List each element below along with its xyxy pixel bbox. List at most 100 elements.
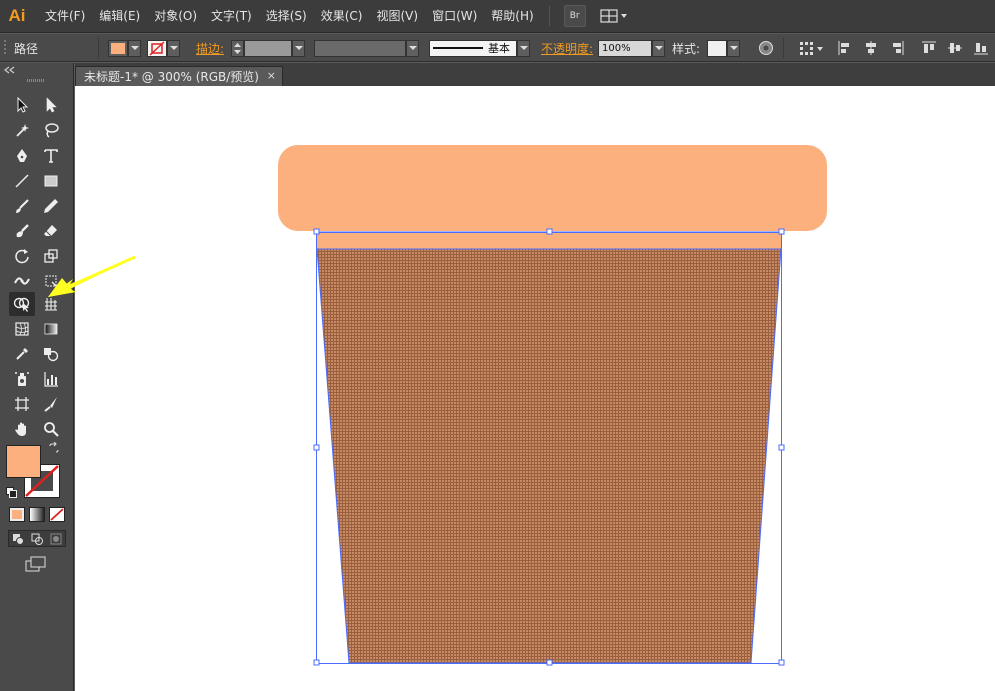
drawing-modes bbox=[8, 530, 66, 547]
fill-color-dropdown[interactable] bbox=[108, 34, 141, 62]
close-tab-icon[interactable]: × bbox=[267, 69, 276, 82]
stroke-weight-input[interactable] bbox=[244, 39, 292, 57]
eraser-icon bbox=[44, 225, 57, 237]
pen-tool[interactable] bbox=[11, 145, 33, 167]
control-sep-1 bbox=[98, 34, 99, 62]
hand-tool[interactable] bbox=[11, 418, 33, 440]
rectangle-tool[interactable] bbox=[40, 170, 62, 192]
column-graph-icon bbox=[44, 372, 58, 387]
type-tool[interactable] bbox=[40, 145, 62, 167]
none-slash-icon bbox=[50, 508, 64, 521]
chevron-down-icon bbox=[167, 39, 180, 57]
stroke-color-dropdown[interactable] bbox=[147, 34, 180, 62]
align-top-button[interactable] bbox=[920, 39, 938, 57]
rotate-icon bbox=[15, 249, 29, 264]
align-right-button[interactable] bbox=[888, 39, 906, 57]
draw-normal-icon[interactable] bbox=[12, 533, 25, 545]
cup-band-shape[interactable] bbox=[317, 232, 781, 249]
stroke-weight-stepper[interactable] bbox=[231, 34, 305, 62]
menu-view[interactable]: 视图(V) bbox=[369, 0, 425, 33]
screen-mode-icon[interactable] bbox=[24, 556, 48, 574]
draw-inside-icon[interactable] bbox=[50, 533, 62, 545]
blob-brush-tool[interactable] bbox=[11, 220, 33, 242]
object-type-label: 路径 bbox=[14, 41, 39, 56]
width-tool[interactable] bbox=[11, 270, 33, 292]
chevron-down-icon bbox=[652, 39, 665, 57]
gradient-tool[interactable] bbox=[40, 318, 62, 340]
stroke-label[interactable]: 描边: bbox=[196, 40, 224, 57]
rectangle-icon bbox=[44, 175, 58, 187]
default-fill-stroke-icon[interactable] bbox=[6, 487, 17, 498]
brush-style-label: 基本 bbox=[488, 42, 510, 55]
opacity-dropdown[interactable]: 100% bbox=[598, 34, 665, 62]
arrange-documents-button[interactable] bbox=[598, 5, 632, 27]
bridge-button[interactable]: Br bbox=[563, 5, 586, 27]
blend-icon bbox=[44, 348, 59, 362]
menu-help[interactable]: 帮助(H) bbox=[484, 0, 540, 33]
blend-tool[interactable] bbox=[40, 343, 62, 365]
pencil-tool[interactable] bbox=[40, 195, 62, 217]
menu-file[interactable]: 文件(F) bbox=[38, 0, 92, 33]
align-bottom-icon bbox=[974, 43, 988, 55]
collapse-panel-icon[interactable] bbox=[4, 66, 16, 74]
symbol-sprayer-tool[interactable] bbox=[11, 368, 33, 390]
shape-builder-tool[interactable] bbox=[9, 292, 35, 316]
menu-effect[interactable]: 效果(C) bbox=[314, 0, 370, 33]
direct-selection-tool[interactable] bbox=[40, 94, 62, 116]
eyedropper-icon bbox=[16, 348, 28, 360]
magic-wand-tool[interactable] bbox=[11, 119, 33, 141]
control-grip bbox=[4, 34, 8, 62]
mesh-tool[interactable] bbox=[11, 318, 33, 340]
menu-object[interactable]: 对象(O) bbox=[147, 0, 204, 33]
illustrator-window: Ai 文件(F) 编辑(E) 对象(O) 文字(T) 选择(S) 效果(C) 视… bbox=[0, 0, 995, 691]
menu-window[interactable]: 窗口(W) bbox=[425, 0, 484, 33]
gradient-mode-button[interactable] bbox=[29, 507, 45, 522]
align-left-button[interactable] bbox=[836, 39, 854, 57]
artboard-canvas[interactable] bbox=[75, 86, 995, 691]
artboard-tool[interactable] bbox=[11, 393, 33, 415]
chevron-down-icon bbox=[292, 39, 305, 57]
rotate-tool[interactable] bbox=[11, 245, 33, 267]
pencil-icon bbox=[44, 199, 58, 213]
swap-fill-stroke-icon[interactable] bbox=[48, 442, 60, 454]
fill-swatch-large[interactable] bbox=[6, 445, 41, 478]
brush-definition-dropdown[interactable]: 基本 bbox=[429, 34, 530, 62]
zoom-tool[interactable] bbox=[40, 418, 62, 440]
lasso-tool[interactable] bbox=[40, 119, 62, 141]
draw-behind-icon[interactable] bbox=[31, 533, 43, 545]
chevron-down-icon bbox=[727, 39, 740, 57]
document-tabs: 未标题-1* @ 300% (RGB/预览) × bbox=[75, 63, 995, 86]
eyedropper-tool[interactable] bbox=[11, 343, 33, 365]
align-bottom-button[interactable] bbox=[972, 39, 990, 57]
cup-lid-shape[interactable] bbox=[278, 145, 827, 231]
eraser-tool[interactable] bbox=[40, 220, 62, 242]
align-right-icon bbox=[893, 41, 904, 55]
opacity-label[interactable]: 不透明度: bbox=[541, 40, 593, 57]
opacity-input[interactable]: 100% bbox=[598, 39, 652, 57]
type-t-icon bbox=[44, 149, 58, 163]
menu-type[interactable]: 文字(T) bbox=[204, 0, 259, 33]
align-center-button[interactable] bbox=[862, 39, 880, 57]
graphic-style-dropdown[interactable] bbox=[707, 34, 740, 62]
paintbrush-tool[interactable] bbox=[11, 195, 33, 217]
color-mode-button[interactable] bbox=[9, 507, 25, 522]
cup-body-shape[interactable] bbox=[317, 249, 781, 663]
selection-tool[interactable] bbox=[11, 94, 33, 116]
menu-edit[interactable]: 编辑(E) bbox=[92, 0, 147, 33]
recolor-artwork-button[interactable] bbox=[757, 39, 775, 57]
column-graph-tool[interactable] bbox=[40, 368, 62, 390]
app-logo: Ai bbox=[8, 6, 26, 25]
style-label: 样式: bbox=[672, 41, 701, 56]
magic-wand-icon bbox=[16, 124, 29, 137]
align-vertical-center-button[interactable] bbox=[946, 39, 964, 57]
line-segment-tool[interactable] bbox=[11, 170, 33, 192]
align-vertical-center-icon bbox=[948, 43, 962, 53]
reference-point-button[interactable] bbox=[797, 39, 825, 57]
none-mode-button[interactable] bbox=[49, 507, 65, 522]
variable-width-profile-dropdown[interactable] bbox=[314, 34, 419, 62]
slice-tool[interactable] bbox=[40, 393, 62, 415]
hand-icon bbox=[15, 422, 26, 436]
document-tab[interactable]: 未标题-1* @ 300% (RGB/预览) × bbox=[75, 66, 283, 86]
menu-select[interactable]: 选择(S) bbox=[259, 0, 314, 33]
chevron-down-icon bbox=[128, 39, 141, 57]
